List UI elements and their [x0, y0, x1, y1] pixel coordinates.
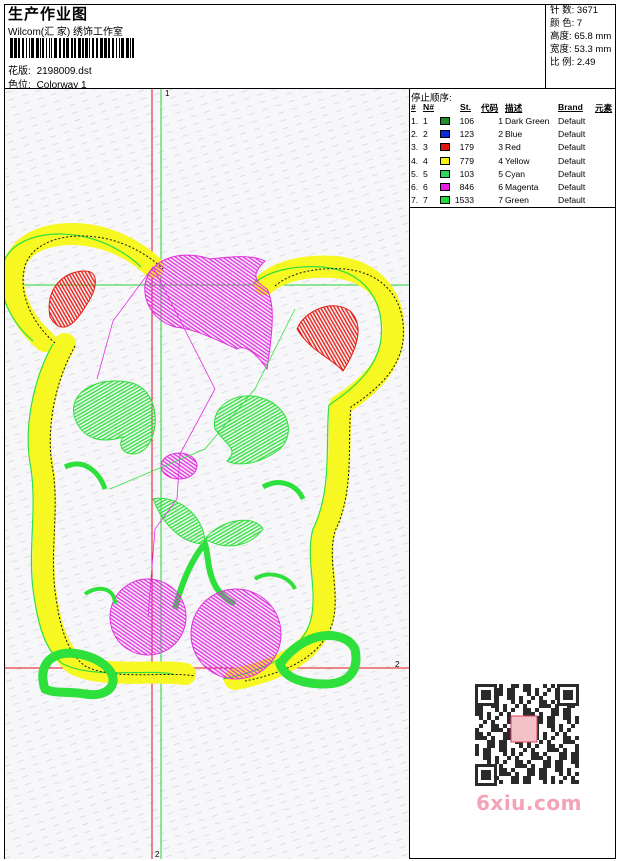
table-header-cell: 描述: [505, 103, 523, 113]
needle-number: 5: [423, 168, 428, 179]
row-number: 2.: [411, 129, 419, 140]
brand-name: Default: [558, 182, 586, 192]
color-description: Dark Green: [505, 116, 550, 126]
table-header-cell: 元素: [595, 103, 613, 113]
company-name: Wilcom(汇 家) 绣饰工作室: [8, 27, 123, 38]
row-number: 6.: [411, 182, 419, 192]
needle-number: 4: [423, 155, 428, 166]
color-code: 7: [498, 195, 503, 206]
stitch-count: 179: [459, 142, 474, 153]
color-description: Green: [505, 195, 529, 206]
color-code: 6: [498, 182, 503, 192]
color-code: 1: [498, 116, 503, 126]
table-header-cell: St.: [460, 102, 471, 112]
stitch-count: 103: [459, 168, 474, 179]
color-description: Yellow: [505, 155, 530, 166]
needle-number: 1: [423, 116, 428, 126]
row-number: 3.: [411, 142, 419, 153]
stat-height: 高度: 65.8 mm: [550, 31, 612, 42]
brand-name: Default: [558, 195, 586, 206]
table-header-cell: 代码: [481, 103, 499, 113]
stats-divider: [545, 4, 546, 88]
seal-stamp: [510, 715, 538, 743]
stitch-count: 846: [459, 182, 474, 192]
color-code: 2: [498, 129, 503, 140]
row-number: 7.: [411, 195, 419, 206]
stat-width: 宽度: 53.3 mm: [550, 44, 612, 55]
row-number: 4.: [411, 155, 419, 166]
color-swatch: [440, 117, 450, 125]
brand-name: Default: [558, 129, 586, 140]
stat-stitches: 针 数: 3671: [550, 5, 599, 16]
stitch-count: 106: [459, 116, 474, 126]
brand-name: Default: [558, 155, 586, 166]
color-description: Red: [505, 142, 521, 153]
color-swatch: [440, 156, 450, 165]
table-header-cell: #: [411, 102, 416, 112]
stitch-count: 779: [459, 155, 474, 166]
canvas-divider: [409, 88, 410, 859]
page-title: 生产作业图: [8, 5, 89, 23]
color-code: 3: [498, 142, 503, 153]
needle-number: 3: [423, 142, 428, 153]
design-file: 花版: 2198009.dst: [8, 62, 92, 77]
color-description: Blue: [505, 129, 523, 140]
table-header-cell: Brand: [558, 102, 583, 112]
color-swatch: [440, 130, 450, 139]
watermark-logo: 6xiu.com: [476, 791, 582, 815]
color-swatch: [440, 196, 450, 205]
needle-number: 2: [423, 129, 428, 140]
row-number: 1.: [411, 116, 419, 126]
stat-colors: 颜 色: 7: [550, 18, 583, 29]
color-code: 5: [498, 168, 503, 179]
stat-scale: 比 例: 2.49: [550, 57, 596, 68]
stitch-count: 123: [459, 129, 474, 140]
color-description: Cyan: [505, 168, 526, 179]
color-swatch: [440, 143, 450, 152]
brand-name: Default: [558, 116, 586, 126]
color-code: 4: [498, 155, 503, 166]
stitch-count: 1533: [454, 195, 474, 206]
guide-label-top: 1: [165, 89, 170, 98]
color-description: Magenta: [505, 182, 539, 192]
color-swatch: [440, 183, 450, 191]
needle-number: 7: [423, 195, 428, 206]
guide-label-bottom: 2: [155, 850, 160, 859]
design-canvas: 1 2 2: [5, 89, 409, 859]
barcode: [10, 38, 134, 58]
cherry-right: [190, 588, 282, 680]
row-number: 5.: [411, 168, 419, 179]
table-header-cell: N#: [423, 102, 434, 112]
brand-name: Default: [558, 168, 586, 179]
guide-label-right: 2: [395, 660, 400, 669]
needle-number: 6: [423, 182, 428, 192]
table-bottom-rule: [409, 207, 616, 208]
qr-code-watermark: [471, 680, 583, 790]
color-swatch: [440, 169, 450, 178]
brand-name: Default: [558, 142, 586, 153]
